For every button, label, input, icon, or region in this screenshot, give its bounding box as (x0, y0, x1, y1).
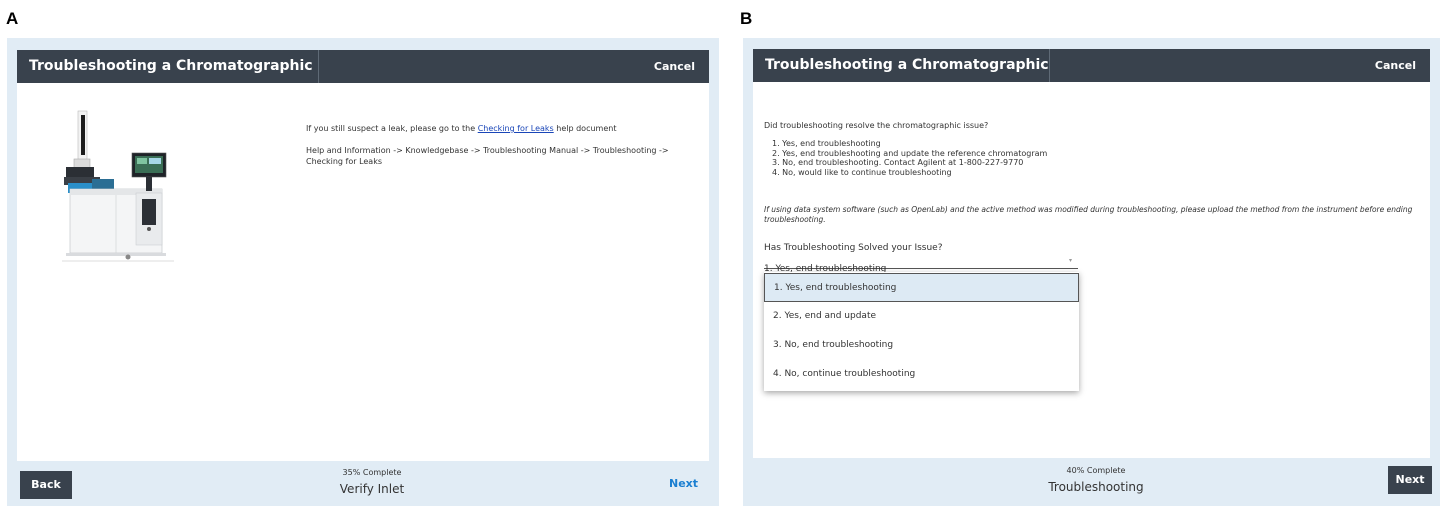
checking-for-leaks-link[interactable]: Checking for Leaks (478, 124, 554, 133)
wizard-footer: Back 35% Complete Verify Inlet Next (17, 462, 709, 506)
option-list: 1. Yes, end troubleshooting 2. Yes, end … (772, 139, 1047, 177)
title-bar: Troubleshooting a Chromatographic Issue … (17, 50, 709, 107)
dropdown-option[interactable]: 2. Yes, end and update (764, 302, 1079, 331)
upload-note: If using data system software (such as O… (764, 205, 1413, 224)
progress-percent: 35% Complete (342, 468, 402, 477)
help-path: Help and Information -> Knowledgebase ->… (306, 146, 669, 166)
cancel-button[interactable]: Cancel (1375, 49, 1416, 82)
wizard-window-a: Troubleshooting a Chromatographic Issue … (7, 38, 719, 506)
panel-a-label: A (6, 9, 19, 28)
back-button[interactable]: Back (20, 471, 72, 499)
progress-percent: 40% Complete (1066, 466, 1126, 475)
solved-issue-select[interactable]: 1. Yes, end troubleshooting ▾ (764, 256, 1078, 274)
current-step: Troubleshooting (1048, 480, 1144, 494)
gas-chromatograph-image (62, 110, 174, 262)
wizard-title: Troubleshooting a Chromatographic Issue (753, 49, 1050, 106)
leak-instructions: If you still suspect a leak, please go t… (306, 123, 686, 134)
wizard-title: Troubleshooting a Chromatographic Issue (17, 50, 319, 107)
wizard-content: Did troubleshooting resolve the chromato… (753, 82, 1430, 458)
next-button[interactable]: Next (669, 477, 698, 490)
current-step: Verify Inlet (339, 482, 405, 496)
dropdown-menu: 1. Yes, end troubleshooting 2. Yes, end … (764, 272, 1079, 391)
chevron-down-icon: ▾ (1068, 257, 1072, 264)
panel-b-label: B (740, 9, 753, 28)
instruction-suffix: help document (553, 124, 617, 133)
dropdown-option[interactable]: 1. Yes, end troubleshooting (764, 273, 1079, 302)
wizard-content: If you still suspect a leak, please go t… (17, 83, 709, 461)
select-label: Has Troubleshooting Solved your Issue? (764, 243, 943, 253)
list-item: 1. Yes, end troubleshooting (772, 139, 881, 148)
wizard-window-b: Troubleshooting a Chromatographic Issue … (743, 38, 1440, 506)
list-item: 4. No, would like to continue troublesho… (772, 167, 952, 177)
dropdown-option[interactable]: 4. No, continue troubleshooting (764, 360, 1079, 389)
instruction-prefix: If you still suspect a leak, please go t… (306, 124, 478, 133)
wizard-footer: 40% Complete Troubleshooting Next (753, 462, 1432, 506)
list-item: 2. Yes, end troubleshooting and update t… (772, 148, 1048, 158)
title-bar: Troubleshooting a Chromatographic Issue … (753, 49, 1430, 106)
next-button[interactable]: Next (1388, 466, 1432, 494)
dropdown-option[interactable]: 3. No, end troubleshooting (764, 331, 1079, 360)
list-item: 3. No, end troubleshooting. Contact Agil… (772, 158, 1024, 167)
question-text: Did troubleshooting resolve the chromato… (764, 121, 989, 130)
cancel-button[interactable]: Cancel (654, 50, 695, 83)
